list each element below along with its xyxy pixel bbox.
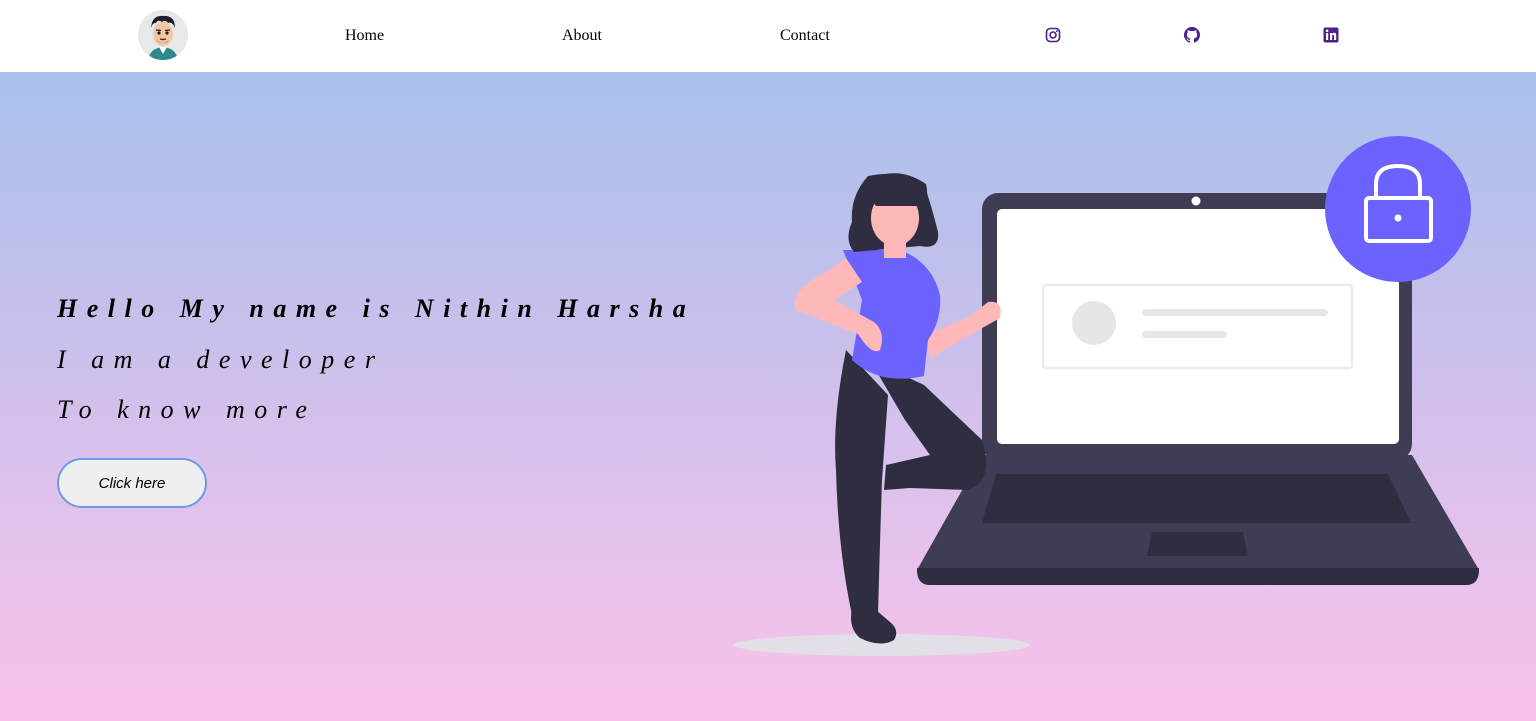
hero-title: Hello My name is Nithin Harsha: [57, 294, 696, 323]
nav-link-contact[interactable]: Contact: [780, 27, 830, 45]
click-here-button[interactable]: Click here: [57, 458, 207, 508]
github-icon[interactable]: [1184, 27, 1202, 45]
avatar[interactable]: [138, 10, 188, 60]
linkedin-icon[interactable]: [1323, 27, 1341, 45]
navbar: Home About Contact: [0, 0, 1536, 72]
hero-illustration: [734, 136, 1479, 656]
lock-icon: [1325, 136, 1471, 282]
avatar-cartoon-icon: [138, 10, 188, 60]
nav-link-about[interactable]: About: [562, 27, 602, 45]
hero-subtitle: I am a developer: [57, 345, 385, 374]
hero-know-more-text: To know more: [57, 395, 317, 424]
hero-section: Hello My name is Nithin Harsha I am a de…: [0, 72, 1536, 721]
nav-link-home[interactable]: Home: [345, 27, 384, 45]
instagram-icon[interactable]: [1045, 27, 1063, 45]
